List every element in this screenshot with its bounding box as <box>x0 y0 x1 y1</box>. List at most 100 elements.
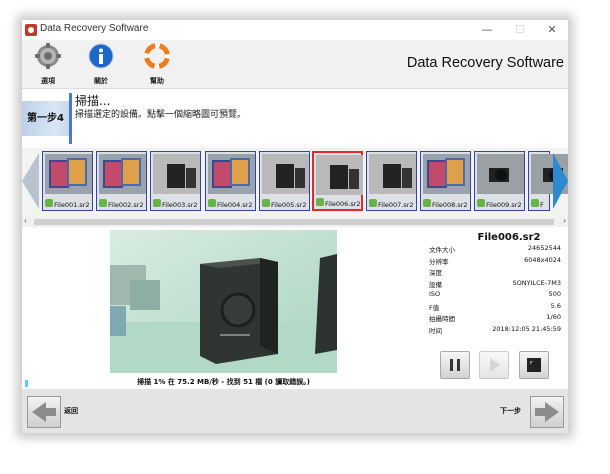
thumbnail-item[interactable]: File001.sr2 <box>42 151 93 211</box>
file-info-key: 深度 <box>429 269 442 277</box>
thumbnail-filename: File006.sr2 <box>325 200 361 208</box>
file-info-value: SONYILCE-7M3 <box>512 278 561 287</box>
thumbnail-image <box>369 154 416 194</box>
thumbnail-item[interactable]: File009.sr2 <box>474 151 525 211</box>
thumbnail-item[interactable]: File008.sr2 <box>420 151 471 211</box>
minimize-button[interactable]: — <box>474 22 500 38</box>
file-info-value: 500 <box>548 290 561 298</box>
stop-icon <box>527 358 541 372</box>
help-label: 幫助 <box>150 77 164 85</box>
thumbnail-item[interactable]: File006.sr2 <box>312 151 363 211</box>
gear-icon <box>35 43 61 69</box>
thumbnail-item[interactable]: File005.sr2 <box>259 151 310 211</box>
check-icon <box>369 199 377 207</box>
file-info-row: 时间 2018:12:05 21:45:59 <box>429 325 561 337</box>
file-info-value: 1/60 <box>546 313 561 321</box>
thumbnail-image <box>45 154 92 194</box>
file-info-key: 文件大小 <box>429 246 455 254</box>
play-button[interactable] <box>479 351 509 379</box>
step-header: 第一步4 掃描... 掃描選定的設備。點擊一個縮略圖可預覽。 <box>22 88 568 150</box>
file-info-row: 分辨率 6048x4024 <box>429 256 561 268</box>
scroll-right-arrow-icon[interactable] <box>553 153 568 209</box>
file-info-key: F值 <box>429 303 440 312</box>
check-icon <box>477 199 485 207</box>
thumbnail-image <box>316 155 363 195</box>
back-button[interactable] <box>27 396 61 428</box>
brand-title: Data Recovery Software <box>406 55 564 71</box>
help-button[interactable]: 幫助 <box>137 42 177 87</box>
thumbnail-item[interactable]: File007.sr2 <box>366 151 417 211</box>
step-description: 掃描選定的設備。點擊一個縮略圖可預覽。 <box>75 110 247 120</box>
check-icon <box>45 199 53 207</box>
step-badge: 第一步4 <box>22 101 69 136</box>
thumbnail-item[interactable]: File003.sr2 <box>150 151 201 211</box>
play-icon <box>490 358 500 372</box>
thumbnail-image <box>531 154 568 194</box>
thumbnail-filename: File005.sr2 <box>271 201 307 209</box>
file-info-value: 24652544 <box>527 244 561 252</box>
back-arrow-icon <box>32 402 56 422</box>
window-title: Data Recovery Software <box>40 23 149 34</box>
thumbnail-item[interactable]: File002.sr2 <box>96 151 147 211</box>
scroll-left-arrow-icon[interactable] <box>22 153 39 209</box>
check-icon <box>531 199 539 207</box>
thumbnail-image <box>99 154 146 194</box>
next-label[interactable]: 下一步 <box>500 406 521 416</box>
thumbnail-filename: File002.sr2 <box>108 201 144 209</box>
thumbnail-image <box>262 154 309 194</box>
thumbnail-image <box>208 154 255 194</box>
scrollbar-thumb[interactable] <box>34 219 554 225</box>
scan-status-text: 掃描 1% 在 75.2 MB/秒 - 找到 51 檔 (0 讀取錯誤。) <box>137 378 310 386</box>
check-icon <box>316 198 324 206</box>
thumbnail-filename: F <box>540 201 544 209</box>
next-arrow-icon <box>535 402 559 422</box>
check-icon <box>423 199 431 207</box>
scan-progress-fill <box>25 380 28 387</box>
file-info-key: 設備 <box>429 280 442 289</box>
close-button[interactable]: ✕ <box>539 22 565 38</box>
options-button[interactable]: 選項 <box>28 43 68 87</box>
thumbnail-scrollbar[interactable]: ‹ › <box>22 217 568 227</box>
main-panel: 掃描 1% 在 75.2 MB/秒 - 找到 51 檔 (0 讀取錯誤。) Fi… <box>22 227 568 389</box>
check-icon <box>262 199 270 207</box>
pause-icon <box>450 359 460 371</box>
pause-button[interactable] <box>440 351 470 379</box>
check-icon <box>99 199 107 207</box>
thumbnail-image <box>423 154 470 194</box>
file-info-row: 設備 SONYILCE-7M3 <box>429 279 561 291</box>
app-window: Data Recovery Software — ☐ ✕ 選項 關於 幫助 Da… <box>22 20 568 433</box>
image-preview <box>110 230 337 373</box>
maximize-button[interactable]: ☐ <box>507 22 533 38</box>
info-icon <box>88 43 114 69</box>
thumbnail-item[interactable]: File004.sr2 <box>205 151 256 211</box>
file-info-key: 分辨率 <box>429 257 449 266</box>
file-info-key: ISO <box>429 290 441 298</box>
file-info-value: 5.6 <box>550 301 561 310</box>
scan-progress-bar <box>25 380 109 387</box>
thumbnail-image <box>153 154 200 194</box>
options-label: 選項 <box>41 77 55 85</box>
thumbnail-filename: File007.sr2 <box>378 201 414 209</box>
scrollbar-left-icon[interactable]: ‹ <box>24 217 27 225</box>
next-button[interactable] <box>530 396 564 428</box>
about-button[interactable]: 關於 <box>81 43 121 87</box>
check-icon <box>208 199 216 207</box>
lifebuoy-icon <box>143 42 171 70</box>
check-icon <box>153 199 161 207</box>
file-info-row: 拍攝時間 1/60 <box>429 313 561 325</box>
thumbnail-filename: File008.sr2 <box>432 201 468 209</box>
thumbnail-filename: File004.sr2 <box>217 201 253 209</box>
footer-nav: 返回 下一步 <box>22 389 568 433</box>
file-info-row: 文件大小 24652544 <box>429 244 561 256</box>
file-info-row: 深度 <box>429 267 561 279</box>
thumbnail-filename: File001.sr2 <box>54 201 90 209</box>
about-label: 關於 <box>94 77 108 85</box>
back-label[interactable]: 返回 <box>64 406 78 416</box>
stop-button[interactable] <box>519 351 549 379</box>
thumbnail-item[interactable]: F <box>528 151 568 211</box>
step-divider <box>69 93 72 144</box>
file-info-key: 拍攝時間 <box>429 315 455 323</box>
thumbnail-filename: File009.sr2 <box>486 201 522 209</box>
file-info-key: 时间 <box>429 326 442 335</box>
scrollbar-right-icon[interactable]: › <box>563 217 566 225</box>
